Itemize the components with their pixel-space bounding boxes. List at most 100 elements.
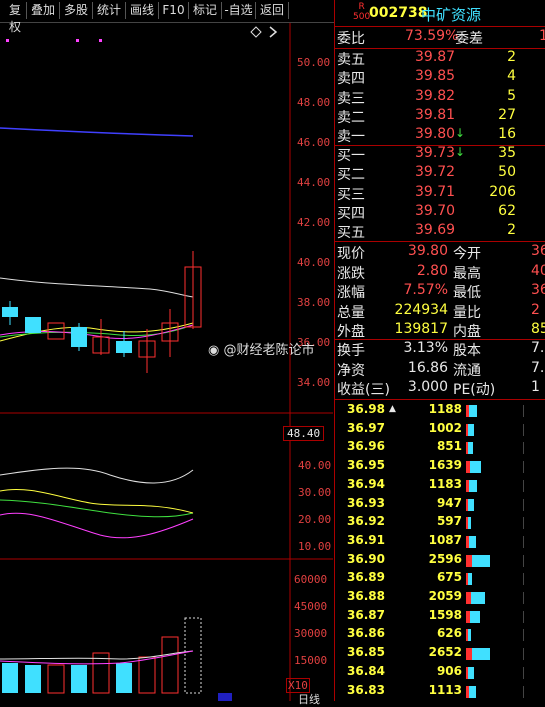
price-axis-label: 34.00 [297, 376, 331, 389]
quote-panel: R 500 002738 中矿资源 委比 73.59% 委差 1 卖五 39.87 2… [334, 0, 545, 701]
asks-level[interactable]: 卖一 39.80 ↓ 16 [335, 126, 545, 146]
arrow-down-icon: ↓ [455, 145, 466, 159]
divider [335, 26, 545, 27]
price-axis-label: 48.00 [297, 96, 331, 109]
price-volume-row[interactable]: 36.92 597 [335, 514, 545, 532]
kline-chart-svg [0, 23, 333, 701]
volume-bar-track [466, 517, 524, 530]
signal-marker [99, 39, 102, 42]
volume-bar-track [466, 610, 524, 623]
signal-marker [76, 39, 79, 42]
indicator-axis-label: 30.00 [298, 486, 332, 499]
volume-bar-track [466, 479, 524, 492]
diamond-icon[interactable] [250, 26, 262, 38]
order-ratio-row: 委比 73.59% 委差 1 [337, 28, 545, 47]
weibo-icon: ◉ [208, 343, 220, 358]
toolbar-button-5[interactable]: F10 [159, 2, 189, 19]
toolbar-button-0[interactable]: 复权 [4, 2, 27, 34]
stats-row: 现价 39.80 今开 36 [337, 243, 545, 262]
price-volume-row[interactable]: 36.87 1598 [335, 608, 545, 626]
price-volume-row[interactable]: 36.91 1087 [335, 533, 545, 551]
indicator-axis-label: 10.00 [298, 540, 332, 553]
volume-axis-label: 15000 [294, 654, 328, 667]
bids-level[interactable]: 买一 39.73 ↓ 35 [335, 145, 545, 165]
toolbar-button-8[interactable]: 返回 [256, 2, 289, 19]
price-axis-label: 40.00 [297, 256, 331, 269]
price-volume-row[interactable]: 36.94 1183 [335, 477, 545, 495]
price-axis-label: 44.00 [297, 176, 331, 189]
volume-bar-track [466, 666, 524, 679]
asks-level[interactable]: 卖三 39.82 5 [335, 88, 545, 108]
fund-row: 换手3.13%股本7.2 [337, 340, 545, 359]
volume-bar-track [466, 554, 524, 567]
volume-bar-track [466, 685, 524, 698]
ma-line-white [0, 277, 194, 298]
asks-level[interactable]: 卖五 39.87 2 [335, 49, 545, 69]
indicator-line-white [0, 467, 194, 484]
stats-row: 外盘139817内盘851 [337, 321, 545, 340]
arrow-down-icon: ↓ [455, 126, 466, 141]
watermark: ◉ @财经老陈论市 [208, 343, 315, 358]
fund-row: 收益(三) 3.000 PE(动) 1 [337, 379, 540, 398]
indicator-axis-label: 40.00 [298, 459, 332, 472]
price-volume-row[interactable]: 36.98 ▲ 1188 [335, 402, 545, 420]
toolbar-button-6[interactable]: 标记 [189, 2, 222, 19]
toolbar-button-4[interactable]: 画线 [126, 2, 159, 19]
price-volume-row[interactable]: 36.83 1113 [335, 683, 545, 701]
indicator-axis-label: 20.00 [298, 513, 332, 526]
bids-level[interactable]: 买三 39.71 206 [335, 184, 545, 204]
volume-bar-track [466, 573, 524, 586]
toolbar-button-7[interactable]: -自选 [222, 2, 256, 19]
quote-title-bar: R 500 002738 中矿资源 [335, 0, 545, 26]
price-volume-row[interactable]: 36.97 1002 [335, 421, 545, 439]
stats-row: 涨跌 2.80 最高 40 [337, 262, 545, 282]
divider [335, 399, 545, 400]
bids-level[interactable]: 买四 39.70 62 [335, 203, 545, 223]
asks-level[interactable]: 卖四 39.85 4 [335, 68, 545, 88]
period-label[interactable]: 日线 [298, 691, 320, 707]
chevron-right-icon[interactable] [269, 26, 278, 38]
indicator-value-box: 48.40 [283, 426, 325, 441]
triangle-up-icon: ▲ [389, 404, 396, 414]
price-volume-row[interactable]: 36.96 851 [335, 439, 545, 457]
stock-code: 002738 [369, 5, 428, 21]
stock-name: 中矿资源 [421, 6, 482, 24]
fund-row: 净资16.86流通7.1 [337, 359, 545, 379]
toolbar-button-3[interactable]: 统计 [93, 2, 126, 19]
volume-bar-track [466, 461, 524, 474]
volume-bar-track [466, 629, 524, 642]
price-axis-label: 38.00 [297, 296, 331, 309]
price-volume-row[interactable]: 36.86 626 [335, 626, 545, 644]
bids-level[interactable]: 买二 39.72 50 [335, 164, 545, 184]
toolbar-button-2[interactable]: 多股 [60, 2, 93, 19]
divider [335, 241, 545, 242]
volume-axis-label: 60000 [294, 573, 328, 586]
volume-bar-track [466, 423, 524, 436]
asks-level[interactable]: 卖二 39.81 27 [335, 107, 545, 127]
volume-bar-track [466, 592, 524, 604]
signal-marker [6, 39, 9, 42]
volume-bar-track [466, 498, 524, 511]
volume-axis-label: 45000 [294, 600, 328, 613]
volume-axis-label: 30000 [294, 627, 328, 640]
indicator-line-yellow [0, 488, 194, 514]
volume-bar-track [466, 405, 524, 417]
price-axis-label: 50.00 [297, 56, 331, 69]
bids-level[interactable]: 买五 39.69 2 [335, 222, 545, 242]
price-axis-label: 46.00 [297, 136, 331, 149]
price-volume-row[interactable]: 36.90 2596 [335, 552, 545, 570]
volume-bar-track [466, 535, 524, 548]
candlesticks [2, 251, 202, 373]
price-volume-row[interactable]: 36.88 2059 [335, 589, 545, 607]
price-volume-row[interactable]: 36.84 906 [335, 664, 545, 682]
volume-ma-white [0, 650, 194, 660]
toolbar-button-1[interactable]: 叠加 [27, 2, 60, 19]
price-volume-row[interactable]: 36.95 1639 [335, 458, 545, 476]
price-volume-row[interactable]: 36.93 947 [335, 496, 545, 514]
price-axis-label: 42.00 [297, 216, 331, 229]
kline-chart-area[interactable]: 50.00 48.00 46.00 44.00 42.00 40.00 38.00 36.00… [0, 23, 333, 706]
price-volume-row[interactable]: 36.89 675 [335, 570, 545, 588]
price-volume-row[interactable]: 36.85 2652 [335, 645, 545, 663]
scroll-indicator[interactable] [218, 693, 232, 701]
stats-row: 涨幅 7.57% 最低 36 [337, 282, 545, 301]
